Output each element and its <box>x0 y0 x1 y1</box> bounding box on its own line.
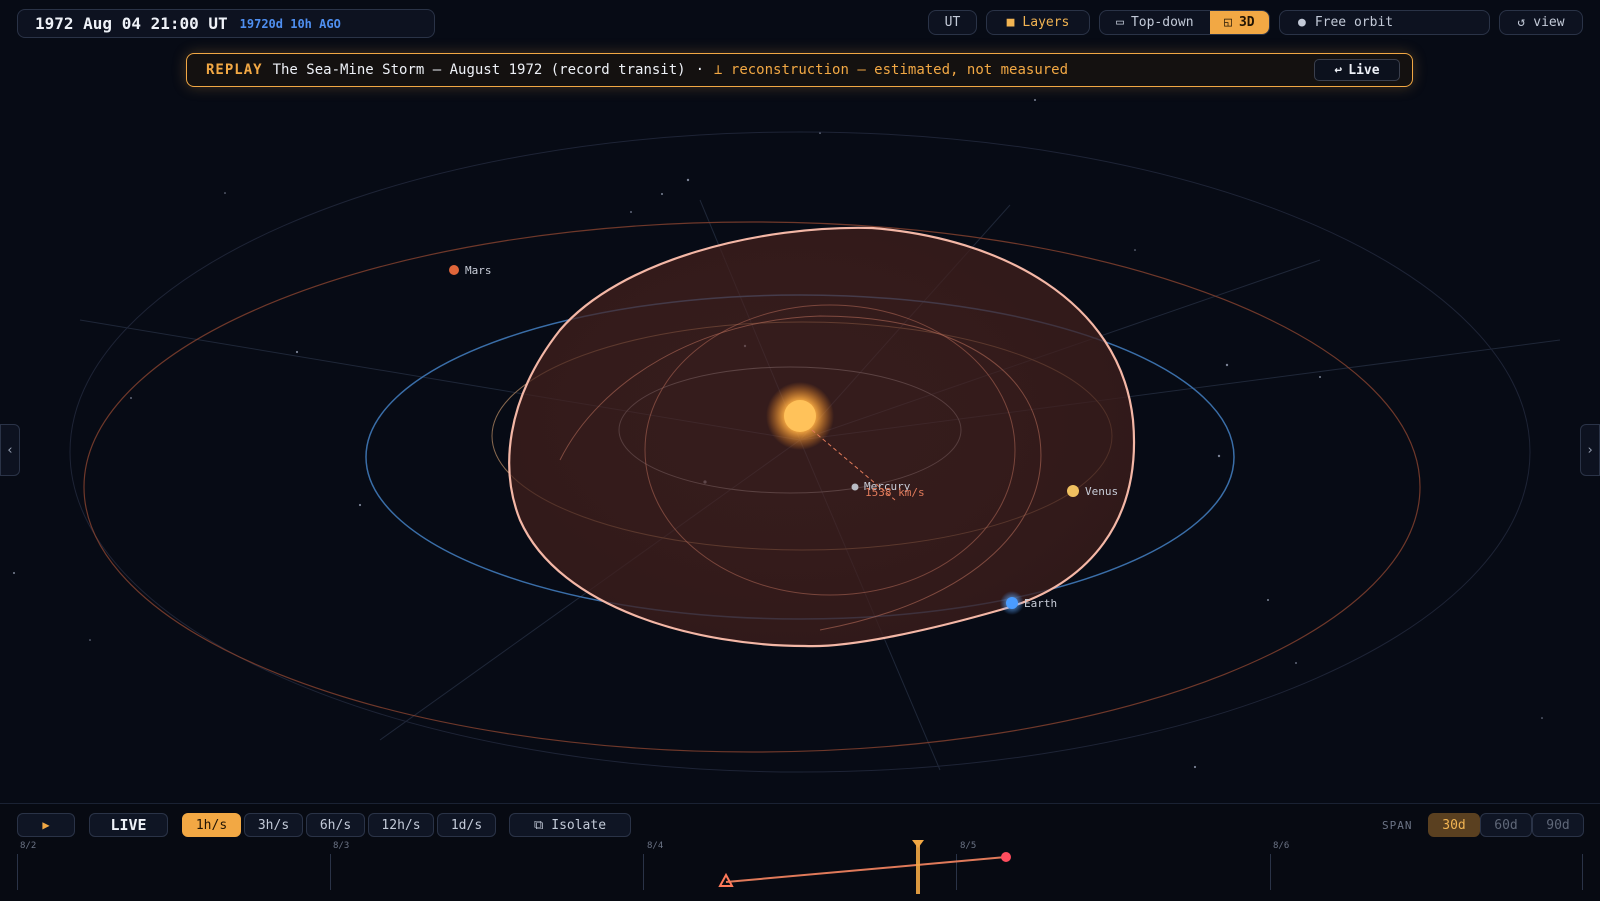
free-orbit-button[interactable]: ● Free orbit <box>1279 10 1490 35</box>
sun[interactable] <box>784 400 816 432</box>
replay-tag: REPLAY <box>206 62 263 78</box>
banner-separator: · <box>695 62 705 78</box>
return-live-button[interactable]: ↩ Live <box>1314 59 1400 81</box>
replay-title: The Sea-Mine Storm — August 1972 (record… <box>272 62 686 78</box>
layers-label: Layers <box>1022 15 1070 30</box>
playhead-handle-icon <box>912 840 924 848</box>
reset-view-label: view <box>1533 15 1565 30</box>
orbit-dot-icon: ● <box>1298 15 1306 30</box>
planet-mars[interactable]: Mars <box>449 264 492 277</box>
threed-button[interactable]: ◱ 3D <box>1209 11 1269 34</box>
planet-label: Venus <box>1085 485 1118 498</box>
return-icon: ↩ <box>1334 62 1343 78</box>
topdown-icon: ▭ <box>1116 15 1124 30</box>
current-datetime: 1972 Aug 04 21:00 UT <box>35 14 228 33</box>
planet-label: Earth <box>1024 597 1057 610</box>
solar-system-scene[interactable]: Mars Mercury 1538 km/s Venus Earth <box>0 0 1600 900</box>
ut-button[interactable]: UT <box>928 10 977 35</box>
chevron-left-icon: ‹ <box>6 442 14 458</box>
left-panel-toggle[interactable]: ‹ <box>0 424 20 476</box>
view-mode-toggle: ▭ Top-down ◱ 3D <box>1099 10 1270 35</box>
layers-icon: ■ <box>1006 15 1015 30</box>
topdown-button[interactable]: ▭ Top-down <box>1100 11 1210 34</box>
planet-venus[interactable]: Venus <box>1067 485 1118 498</box>
planet-label: Mars <box>465 264 492 277</box>
layers-button[interactable]: ■ Layers <box>986 10 1090 35</box>
event-link-line <box>725 856 1007 883</box>
right-panel-toggle[interactable]: › <box>1580 424 1600 476</box>
return-live-label: Live <box>1348 62 1380 78</box>
time-readout: 1972 Aug 04 21:00 UT 19720d 10h AGO <box>17 9 435 38</box>
arrival-marker-icon <box>1001 852 1011 862</box>
reset-icon: ↺ <box>1517 15 1526 30</box>
timeline-bar: ▶ LIVE 1h/s 3h/s 6h/s 12h/s 1d/s ⧉ Isola… <box>0 803 1600 901</box>
event-track[interactable] <box>0 804 1600 901</box>
topdown-label: Top-down <box>1130 15 1194 30</box>
orbit-label: Free orbit <box>1314 15 1394 30</box>
chevron-right-icon: › <box>1586 442 1594 458</box>
replay-banner: REPLAY The Sea-Mine Storm — August 1972 … <box>186 53 1413 87</box>
cube-icon: ◱ <box>1224 15 1232 30</box>
threed-label: 3D <box>1238 15 1255 30</box>
time-ago: 19720d 10h AGO <box>239 16 341 31</box>
flare-marker-icon <box>718 872 734 887</box>
cme-speed-label: 1538 km/s <box>865 486 925 499</box>
reset-view-button[interactable]: ↺ view <box>1499 10 1583 35</box>
reconstruction-warning: ⊥ reconstruction — estimated, not measur… <box>714 62 1069 78</box>
